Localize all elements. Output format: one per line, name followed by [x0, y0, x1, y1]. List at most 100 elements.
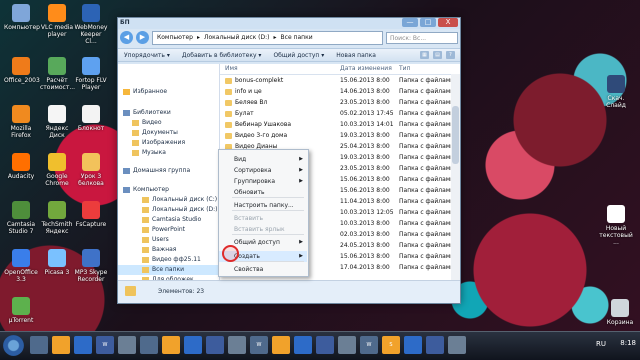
menu-item[interactable]: Группировка ▶	[219, 176, 307, 187]
app-icon	[12, 153, 30, 171]
column-name[interactable]: Имя	[225, 64, 238, 74]
taskbar-app-icon[interactable]: W	[96, 336, 114, 354]
sidebar-item[interactable]: Важная	[118, 245, 219, 255]
taskbar-app-icon[interactable]	[404, 336, 422, 354]
column-type[interactable]: Тип	[399, 64, 411, 74]
desktop-icon[interactable]: Google Chrome	[40, 153, 74, 187]
sidebar-item[interactable]: Изображения	[118, 138, 219, 148]
sidebar-item[interactable]: Избранное	[118, 87, 219, 97]
desktop-icon[interactable]: Яндекс Диск	[40, 105, 74, 139]
breadcrumb-disk-d[interactable]: Локальный диск (D:)	[204, 32, 270, 44]
taskbar-app-icon[interactable]	[30, 336, 48, 354]
desktop-icon[interactable]: Расчёт стоимост...	[40, 57, 75, 91]
desktop-icon[interactable]: Новый текстовый ...	[598, 205, 634, 246]
taskbar-app-icon[interactable]	[294, 336, 312, 354]
desktop-icon[interactable]: Audacity	[4, 153, 38, 180]
scroll-thumb[interactable]	[452, 106, 459, 164]
menu-item[interactable]: Свойства	[219, 264, 307, 275]
clock[interactable]: 8:18	[620, 339, 636, 347]
sidebar-item[interactable]: Компьютер	[118, 185, 219, 195]
cursor-highlight-icon	[222, 245, 239, 262]
desktop-icon[interactable]: TechSmith Яндекс	[40, 201, 74, 235]
table-row[interactable]: Видео 3-го дома 19.03.2013 8:00 Папка с фа…	[220, 131, 460, 141]
taskbar-app-icon[interactable]	[338, 336, 356, 354]
submenu-arrow-icon: ▶	[299, 178, 303, 184]
desktop-icon[interactable]: Урок 3 белкова	[74, 153, 108, 187]
sidebar-item[interactable]: Users	[118, 235, 219, 245]
desktop-icon[interactable]: WebMoney Keeper Cl...	[74, 4, 108, 45]
desktop-icon[interactable]: Camtasia Studio 7	[4, 201, 38, 235]
taskbar-app-icon[interactable]	[272, 336, 290, 354]
desktop-icon[interactable]: µTorrent	[4, 297, 38, 324]
table-row[interactable]: info и це 14.06.2013 8:00 Папка с файлами	[220, 87, 460, 97]
sidebar-item-label: Документы	[142, 129, 178, 136]
taskbar-app-icon[interactable]: W	[250, 336, 268, 354]
sidebar-item[interactable]: Все папки	[118, 265, 219, 275]
add-to-library-button[interactable]: Добавить в библиотеку ▾	[182, 52, 262, 59]
desktop-icon[interactable]: Fortop FLV Player	[74, 57, 108, 91]
taskbar-app-icon[interactable]: W	[360, 336, 378, 354]
sidebar-item[interactable]: PowerPoint	[118, 225, 219, 235]
taskbar-app-icon[interactable]: S	[382, 336, 400, 354]
desktop-icon[interactable]: OpenOffice 3.3	[4, 249, 38, 283]
desktop-icon[interactable]: MP3 Skype Recorder	[74, 249, 108, 283]
desktop-icon[interactable]: FsCapture	[74, 201, 108, 228]
breadcrumb[interactable]: Компьютер ▸ Локальный диск (D:) ▸ Все папк…	[152, 30, 383, 45]
sidebar-item[interactable]: Домашняя группа	[118, 166, 219, 176]
menu-item[interactable]: Сортировка ▶	[219, 165, 307, 176]
new-folder-button[interactable]: Новая папка	[336, 52, 376, 59]
language-indicator[interactable]: RU	[596, 340, 606, 348]
desktop-icon[interactable]: Office_2003	[4, 57, 40, 84]
taskbar-app-icon[interactable]	[118, 336, 136, 354]
desktop-icon[interactable]: Корзина	[602, 299, 638, 326]
search-input[interactable]: Поиск: Вс...	[386, 31, 458, 44]
sidebar-item[interactable]: Локальный диск (C:)	[118, 195, 219, 205]
sidebar-item[interactable]: Библиотеки	[118, 108, 219, 118]
desktop-icon[interactable]: Компьютер	[4, 4, 40, 31]
file-date: 24.05.2013 8:00	[340, 242, 390, 249]
window-titlebar[interactable]: БП — □ X	[118, 18, 460, 29]
sidebar-item[interactable]: Музыка	[118, 148, 219, 158]
taskbar-app-icon[interactable]	[426, 336, 444, 354]
back-button[interactable]: ◀	[120, 31, 133, 44]
organize-button[interactable]: Упорядочить ▾	[124, 52, 170, 59]
share-button[interactable]: Общий доступ ▾	[273, 52, 324, 59]
close-button[interactable]: X	[438, 18, 458, 27]
sidebar-item[interactable]: Видео	[118, 118, 219, 128]
sidebar-item[interactable]: Документы	[118, 128, 219, 138]
preview-icon[interactable]: ▤	[433, 51, 442, 59]
taskbar-app-icon[interactable]	[316, 336, 334, 354]
breadcrumb-computer[interactable]: Компьютер	[157, 32, 193, 44]
table-row[interactable]: Булат 05.02.2013 17:45 Папка с файлами	[220, 109, 460, 119]
taskbar-app-icon[interactable]	[74, 336, 92, 354]
sidebar-item[interactable]: Camtasia Studio	[118, 215, 219, 225]
column-date[interactable]: Дата изменения	[340, 64, 392, 74]
maximize-button[interactable]: □	[420, 18, 436, 27]
taskbar-app-icon[interactable]	[52, 336, 70, 354]
desktop-icon[interactable]: VLC media player	[40, 4, 74, 38]
desktop-icon[interactable]: Скач. Слайд	[598, 75, 634, 109]
file-list-scrollbar[interactable]	[451, 74, 460, 281]
minimize-button[interactable]: —	[402, 18, 418, 27]
desktop-icon[interactable]: Mozilla Firefox	[4, 105, 38, 139]
taskbar-app-icon[interactable]	[184, 336, 202, 354]
taskbar-app-icon[interactable]	[206, 336, 224, 354]
file-type: Папка с файлами	[399, 132, 455, 139]
forward-button[interactable]: ▶	[136, 31, 149, 44]
start-button[interactable]	[3, 335, 24, 356]
view-icon[interactable]: ▦	[420, 51, 429, 59]
sidebar-item[interactable]: Видео фф25.11	[118, 255, 219, 265]
help-icon[interactable]: ?	[446, 51, 455, 59]
sidebar-item[interactable]: Локальный диск (D:)	[118, 205, 219, 215]
table-row[interactable]: Беляев Вл 23.05.2013 8:00 Папка с файлами	[220, 98, 460, 108]
taskbar-app-icon[interactable]	[448, 336, 466, 354]
table-row[interactable]: bonus-complekt 15.06.2013 8:00 Папка с фай…	[220, 76, 460, 86]
breadcrumb-all-folders[interactable]: Все папки	[281, 32, 313, 44]
taskbar-app-icon[interactable]	[162, 336, 180, 354]
taskbar-app-icon[interactable]	[140, 336, 158, 354]
desktop-icon[interactable]: Блокнот	[74, 105, 108, 132]
taskbar-app-icon[interactable]	[228, 336, 246, 354]
table-row[interactable]: Вебинар Ушакова 10.03.2013 14:01 Папка с ф…	[220, 120, 460, 130]
desktop-icon[interactable]: Picasa 3	[40, 249, 74, 276]
menu-item[interactable]: Вид ▶	[219, 154, 307, 165]
